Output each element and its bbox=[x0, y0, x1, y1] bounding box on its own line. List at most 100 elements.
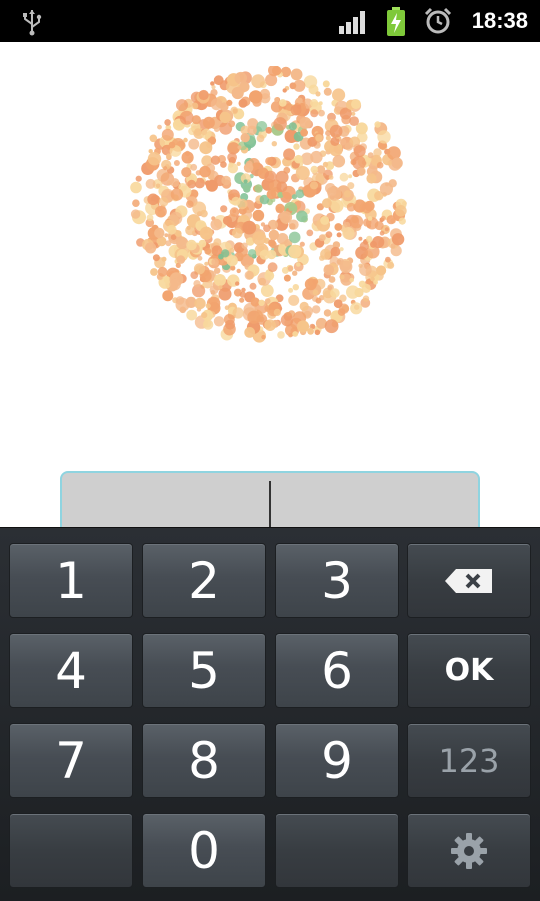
plate-dot bbox=[391, 157, 403, 169]
plate-dot bbox=[373, 148, 382, 157]
plate-dot bbox=[263, 224, 271, 233]
plate-dot bbox=[330, 246, 341, 257]
plate-dot bbox=[235, 281, 240, 286]
plate-dot bbox=[339, 172, 349, 182]
key-8-label: 8 bbox=[188, 731, 220, 790]
plate-dot bbox=[229, 247, 235, 253]
plate-dot bbox=[290, 68, 303, 81]
plate-dot bbox=[198, 239, 207, 248]
plate-dot bbox=[367, 152, 374, 159]
plate-dot bbox=[241, 287, 246, 293]
plate-dot bbox=[168, 141, 176, 149]
plate-dot bbox=[247, 310, 261, 324]
plate-dot bbox=[199, 165, 211, 178]
plate-dot bbox=[201, 312, 208, 319]
plate-dot bbox=[377, 130, 391, 144]
plate-dot bbox=[264, 170, 277, 183]
plate-dot bbox=[245, 160, 253, 168]
key-6[interactable]: 6 bbox=[275, 633, 399, 708]
key-4-label: 4 bbox=[55, 641, 87, 700]
plate-dot bbox=[193, 280, 201, 288]
key-9[interactable]: 9 bbox=[275, 723, 399, 798]
plate-dot bbox=[359, 241, 369, 251]
plate-dot bbox=[384, 227, 389, 232]
plate-dot bbox=[326, 186, 337, 197]
key-8[interactable]: 8 bbox=[142, 723, 266, 798]
plate-dot bbox=[204, 261, 209, 266]
plate-dot bbox=[266, 249, 277, 260]
plate-dot bbox=[386, 215, 396, 225]
plate-dot bbox=[310, 165, 319, 174]
plate-dot bbox=[227, 152, 237, 163]
plate-dot bbox=[314, 329, 321, 336]
plate-dot bbox=[296, 262, 301, 267]
plate-dot bbox=[288, 122, 297, 131]
plate-dot bbox=[288, 244, 302, 259]
plate-dot bbox=[322, 161, 329, 168]
plate-dot bbox=[353, 145, 366, 158]
plate-dot bbox=[358, 236, 363, 241]
plate-dot bbox=[272, 66, 282, 76]
plate-dot bbox=[323, 309, 332, 317]
plate-dot bbox=[293, 143, 300, 150]
key-5-label: 5 bbox=[188, 641, 220, 700]
plate-dot bbox=[269, 241, 277, 249]
plate-dot bbox=[190, 271, 199, 279]
settings-key[interactable] bbox=[407, 813, 531, 888]
plate-dot bbox=[291, 194, 297, 200]
plate-dot bbox=[310, 109, 319, 118]
blank-key-right[interactable] bbox=[275, 813, 399, 888]
color-plate-image bbox=[130, 66, 407, 343]
plate-dot bbox=[211, 258, 219, 266]
plate-dot bbox=[299, 117, 312, 129]
plate-dot bbox=[197, 255, 203, 261]
plate-dot bbox=[282, 88, 287, 93]
plate-dot bbox=[163, 166, 168, 171]
plate-dot bbox=[213, 238, 222, 247]
key-3-label: 3 bbox=[321, 551, 353, 610]
plate-dot bbox=[294, 154, 303, 164]
ok-key[interactable]: OK bbox=[407, 633, 531, 708]
plate-dot bbox=[299, 301, 309, 311]
key-2[interactable]: 2 bbox=[142, 543, 266, 618]
plate-dot bbox=[158, 196, 169, 207]
plate-dot bbox=[267, 262, 278, 273]
key-7[interactable]: 7 bbox=[9, 723, 133, 798]
plate-dot bbox=[240, 133, 250, 143]
plate-dot bbox=[279, 211, 293, 224]
plate-dot bbox=[199, 226, 213, 240]
clock-time: 18:38 bbox=[471, 8, 528, 33]
plate-dot bbox=[349, 116, 359, 126]
plate-dot bbox=[288, 204, 296, 212]
plate-dot bbox=[225, 319, 236, 330]
plate-dot bbox=[266, 189, 277, 200]
plate-dot bbox=[328, 175, 334, 180]
key-3[interactable]: 3 bbox=[275, 543, 399, 618]
plate-dot bbox=[283, 274, 291, 282]
plate-dot bbox=[230, 106, 239, 115]
blank-key-left[interactable] bbox=[9, 813, 133, 888]
mode-123-key[interactable]: 123 bbox=[407, 723, 531, 798]
plate-dot bbox=[374, 221, 384, 231]
plate-dot bbox=[283, 148, 296, 161]
key-5[interactable]: 5 bbox=[142, 633, 266, 708]
plate-dot bbox=[130, 209, 141, 219]
key-6-label: 6 bbox=[321, 641, 353, 700]
plate-dot bbox=[277, 331, 285, 339]
plate-dot bbox=[210, 218, 223, 231]
key-1[interactable]: 1 bbox=[9, 543, 133, 618]
plate-dot bbox=[132, 199, 140, 207]
plate-dot bbox=[244, 270, 254, 280]
plate-dot bbox=[279, 99, 287, 107]
key-4[interactable]: 4 bbox=[9, 633, 133, 708]
key-0[interactable]: 0 bbox=[142, 813, 266, 888]
plate-dot bbox=[219, 111, 231, 124]
usb-icon bbox=[23, 10, 42, 36]
plate-dot bbox=[191, 102, 199, 110]
backspace-key[interactable] bbox=[407, 543, 531, 618]
plate-dot bbox=[181, 167, 192, 178]
plate-dot bbox=[243, 179, 248, 184]
plate-dot bbox=[342, 227, 355, 240]
key-1-label: 1 bbox=[55, 551, 87, 610]
plate-dot bbox=[261, 334, 266, 340]
